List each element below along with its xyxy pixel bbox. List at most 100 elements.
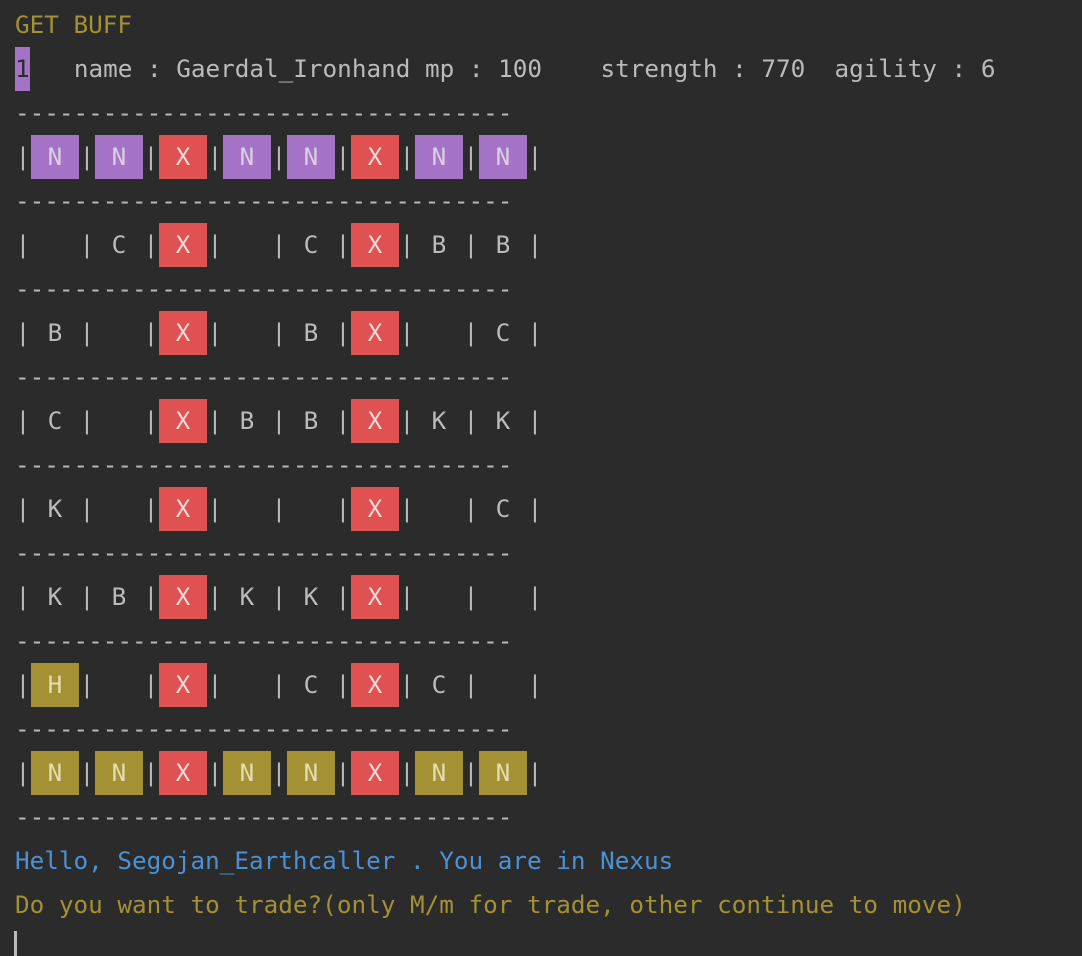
board-cell-koulou: K	[47, 582, 63, 611]
board-cell-cave: C	[431, 670, 447, 699]
board-cell-cave: C	[303, 230, 319, 259]
cell-divider: |	[207, 582, 223, 611]
board-cell-blocked: X	[351, 311, 399, 355]
board-cell-nexus: N	[31, 751, 79, 795]
cell-divider: |	[399, 406, 415, 435]
board-cell-blocked: X	[159, 575, 207, 619]
cell-divider: |	[271, 142, 287, 171]
greeting-message: Hello, Segojan_Earthcaller . You are in …	[15, 846, 674, 875]
cell-divider: |	[207, 142, 223, 171]
cell-divider: |	[463, 142, 479, 171]
cell-divider: |	[15, 230, 31, 259]
cell-divider: |	[143, 494, 159, 523]
cell-divider: |	[271, 670, 287, 699]
cell-divider: |	[79, 406, 95, 435]
board-cell-blocked: X	[159, 311, 207, 355]
cell-divider: |	[15, 494, 31, 523]
board-cell-hero: H	[31, 663, 79, 707]
board-cell-blocked: X	[159, 487, 207, 531]
board-separator: ----------------------------------	[15, 450, 513, 479]
board-cell-blocked: X	[159, 751, 207, 795]
board-cell-plain	[95, 663, 143, 707]
board-cell-cave: C	[47, 406, 63, 435]
board-row: | C | | X | B | B | X | K | K |	[15, 399, 543, 443]
board-cell-nexus: N	[479, 135, 527, 179]
cell-divider: |	[143, 142, 159, 171]
cell-divider: |	[271, 494, 287, 523]
cell-divider: |	[527, 142, 543, 171]
board-cell-plain	[95, 399, 143, 443]
cell-divider: |	[271, 406, 287, 435]
board-cell-plain	[415, 311, 463, 355]
cell-divider: |	[527, 670, 543, 699]
cell-divider: |	[207, 230, 223, 259]
board-cell-nexus: N	[479, 751, 527, 795]
board-cell-blocked: X	[159, 663, 207, 707]
cell-divider: |	[399, 230, 415, 259]
board-cell-nexus: N	[223, 135, 271, 179]
board-separator: ----------------------------------	[15, 186, 513, 215]
cell-divider: |	[463, 230, 479, 259]
board-cell-koulou: K	[431, 406, 447, 435]
board-cell-plain	[95, 487, 143, 531]
cell-divider: |	[399, 142, 415, 171]
cell-divider: |	[463, 670, 479, 699]
board-cell-blocked: X	[351, 751, 399, 795]
cell-divider: |	[207, 406, 223, 435]
board-separator: ----------------------------------	[15, 626, 513, 655]
text-cursor[interactable]	[14, 931, 17, 956]
board-cell-blocked: X	[351, 663, 399, 707]
board-cell-koulou: K	[495, 406, 511, 435]
cell-divider: |	[463, 494, 479, 523]
board-separator: ----------------------------------	[15, 274, 513, 303]
cell-divider: |	[79, 494, 95, 523]
board-row: | B | | X | | B | X | | C |	[15, 311, 543, 355]
board-cell-blocked: X	[351, 487, 399, 531]
board-cell-bush: B	[303, 406, 319, 435]
cell-divider: |	[271, 582, 287, 611]
board-cell-blocked: X	[159, 135, 207, 179]
cell-divider: |	[143, 758, 159, 787]
board-cell-nexus: N	[31, 135, 79, 179]
board-cell-koulou: K	[303, 582, 319, 611]
board-separator: ----------------------------------	[15, 362, 513, 391]
cell-divider: |	[335, 494, 351, 523]
board-cell-nexus: N	[95, 751, 143, 795]
board-cell-plain	[415, 487, 463, 531]
board-cell-plain	[287, 487, 335, 531]
status-line: GET BUFF	[15, 10, 133, 39]
board-cell-cave: C	[495, 494, 511, 523]
cell-divider: |	[15, 406, 31, 435]
hero-info-line: 1 name : Gaerdal_Ironhand mp : 100 stren…	[15, 47, 995, 91]
cell-divider: |	[335, 670, 351, 699]
cell-divider: |	[335, 406, 351, 435]
board-cell-plain	[223, 487, 271, 531]
board-cell-koulou: K	[239, 582, 255, 611]
cell-divider: |	[399, 582, 415, 611]
cell-divider: |	[15, 318, 31, 347]
board-separator: ----------------------------------	[15, 802, 513, 831]
cell-divider: |	[79, 142, 95, 171]
board-cell-blocked: X	[351, 399, 399, 443]
board-cell-blocked: X	[351, 135, 399, 179]
board-cell-cave: C	[303, 670, 319, 699]
cell-divider: |	[463, 582, 479, 611]
cell-divider: |	[79, 318, 95, 347]
cell-divider: |	[399, 670, 415, 699]
cell-divider: |	[527, 582, 543, 611]
board-cell-bush: B	[431, 230, 447, 259]
board-cell-bush: B	[111, 582, 127, 611]
cell-divider: |	[463, 406, 479, 435]
cell-divider: |	[527, 406, 543, 435]
cell-divider: |	[79, 230, 95, 259]
cell-divider: |	[143, 318, 159, 347]
cell-divider: |	[335, 758, 351, 787]
cell-divider: |	[15, 582, 31, 611]
board-cell-cave: C	[495, 318, 511, 347]
board-cell-koulou: K	[47, 494, 63, 523]
board-cell-cave: C	[111, 230, 127, 259]
cell-divider: |	[463, 758, 479, 787]
cell-divider: |	[207, 758, 223, 787]
board-cell-plain	[479, 575, 527, 619]
cell-divider: |	[207, 318, 223, 347]
